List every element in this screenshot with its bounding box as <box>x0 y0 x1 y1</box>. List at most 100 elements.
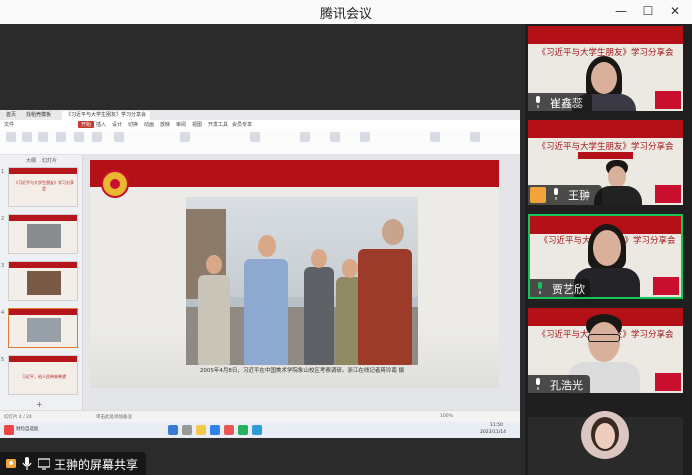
pane-tab-slides[interactable]: 幻灯片 <box>42 157 57 164</box>
slide-caption: 2005年4月8日，习近平在中国美术学院象山校区考察调研。浙江在线记者蒋玲南 摄 <box>199 368 405 374</box>
current-slide[interactable]: 2005年4月8日，习近平在中国美术学院象山校区考察调研。浙江在线记者蒋玲南 摄 <box>90 160 499 388</box>
participant-tile[interactable]: 《习近平与大学生朋友》学习分享会 孔浩光 <box>528 308 683 393</box>
slide-thumbnail[interactable] <box>8 214 78 254</box>
participant-face <box>593 230 621 266</box>
photo-person-head <box>206 255 222 274</box>
wps-icon[interactable] <box>224 425 234 435</box>
stock-widget-label: 财险自选股 <box>16 427 39 432</box>
slide-thumbnail-title: 习近平，给人民带来希望 <box>22 374 66 379</box>
paragraph-icon[interactable] <box>180 132 190 142</box>
photo-person-head <box>342 259 358 278</box>
copy-icon[interactable] <box>38 132 48 142</box>
format-painter-icon[interactable] <box>56 132 66 142</box>
slide-number: 2 <box>1 216 5 222</box>
tencent-meeting-icon[interactable] <box>252 425 262 435</box>
paste-icon[interactable] <box>6 132 16 142</box>
participant-tile-avatar[interactable] <box>528 411 683 475</box>
menu-member[interactable]: 会员专享 <box>232 121 252 128</box>
photo-person-head <box>382 219 404 245</box>
clock-date: 2023/11/14 <box>480 430 506 435</box>
flag-icon <box>655 185 681 203</box>
share-icon <box>6 459 16 468</box>
participant-strip: 《习近平与大学生朋友》学习分享会 崔鑫蕊 《习近平与大学生朋友》学习分享会 王翀 <box>525 24 692 475</box>
tab-templates[interactable]: 找稻壳模板 <box>22 111 55 120</box>
participant-tile[interactable]: 《习近平与大学生朋友》学习分享会 崔鑫蕊 <box>528 26 683 111</box>
folder-icon[interactable] <box>196 425 206 435</box>
menu-start[interactable]: 开始 <box>78 121 95 128</box>
wps-status-bar: 幻灯片 4 / 24 单击此处添加备注 100% <box>0 410 520 422</box>
close-button[interactable]: ✕ <box>664 2 686 20</box>
zoom-level[interactable]: 100% <box>440 414 453 419</box>
menu-transition[interactable]: 切换 <box>128 121 138 128</box>
meeting-window: 腾讯会议 — ☐ ✕ 首页 找稻壳模板 《习近平与大学生朋友》学习分享会 文件 … <box>0 0 692 475</box>
participant-nametag: 崔鑫蕊 <box>528 93 592 111</box>
slide-banner <box>9 262 77 268</box>
layout-icon[interactable] <box>92 132 102 142</box>
shape-icon[interactable] <box>250 132 260 142</box>
shared-screen[interactable]: 首页 找稻壳模板 《习近平与大学生朋友》学习分享会 文件 开始 插入 设计 切换… <box>0 110 520 438</box>
participant-face <box>588 322 620 362</box>
add-slide-icon[interactable]: + <box>36 400 43 409</box>
menu-review[interactable]: 审阅 <box>176 121 186 128</box>
avatar-face <box>595 423 615 449</box>
participant-nametag: 王翀 <box>528 185 602 205</box>
tile-slide-title: 《习近平与大学生朋友》学习分享会 <box>537 142 674 152</box>
stock-widget-icon[interactable] <box>4 425 14 435</box>
participant-tile[interactable]: 《习近平与大学生朋友》学习分享会 王翀 <box>528 120 683 205</box>
microphone-icon <box>536 96 540 108</box>
microphone-icon <box>22 457 32 470</box>
new-slide-icon[interactable] <box>74 132 84 142</box>
screen-share-label[interactable]: 王翀的屏幕共享 <box>0 452 146 475</box>
slide-number: 4 <box>1 310 5 316</box>
share-icon[interactable] <box>470 132 480 142</box>
slide-thumbnail-selected[interactable] <box>8 308 78 348</box>
slide-thumbnail[interactable]: 习近平，给人民带来希望 <box>8 355 78 395</box>
arrange-icon[interactable] <box>330 132 340 142</box>
slide-thumbnail[interactable]: 《习近平与大学生朋友》学习分享会 <box>8 167 78 207</box>
search-icon[interactable] <box>182 425 192 435</box>
pane-tab-outline[interactable]: 大纲 <box>26 157 36 164</box>
wechat-icon[interactable] <box>238 425 248 435</box>
font-icon[interactable] <box>114 132 124 142</box>
slide-thumbnail[interactable] <box>8 261 78 301</box>
slide-banner <box>9 356 77 362</box>
slide-thumbnail-pane: 大纲 幻灯片 1 《习近平与大学生朋友》学习分享会 2 3 4 5 习近平，给人… <box>0 155 83 410</box>
microphone-icon <box>538 282 542 294</box>
participant-name: 王翀 <box>568 189 590 202</box>
find-icon[interactable] <box>360 132 370 142</box>
slide-counter: 幻灯片 4 / 24 <box>4 415 32 420</box>
tab-home[interactable]: 首页 <box>2 111 20 120</box>
tile-banner <box>528 26 683 44</box>
maximize-button[interactable]: ☐ <box>637 2 659 20</box>
slide-banner <box>9 309 77 315</box>
menu-insert[interactable]: 插入 <box>96 121 106 128</box>
slide-banner <box>9 215 77 221</box>
menu-animation[interactable]: 动画 <box>144 121 154 128</box>
menu-view[interactable]: 视图 <box>192 121 202 128</box>
menu-design[interactable]: 设计 <box>112 121 122 128</box>
title-bar: 腾讯会议 — ☐ ✕ <box>0 0 692 24</box>
tab-document[interactable]: 《习近平与大学生朋友》学习分享会 <box>62 111 151 120</box>
start-icon[interactable] <box>168 425 178 435</box>
window-title: 腾讯会议 <box>319 7 372 22</box>
textbox-icon[interactable] <box>300 132 310 142</box>
participant-face <box>608 166 626 188</box>
menu-slideshow[interactable]: 放映 <box>160 121 170 128</box>
share-label-text: 王翀的屏幕共享 <box>54 458 139 472</box>
cut-icon[interactable] <box>22 132 32 142</box>
clock-time: 11:50 <box>490 423 503 428</box>
participant-tile-active-speaker[interactable]: 《习近平与大学生朋友》学习分享会 贾艺欣 <box>528 214 683 299</box>
avatar <box>581 411 629 459</box>
wps-tab-bar: 首页 找稻壳模板 《习近平与大学生朋友》学习分享会 <box>0 110 520 120</box>
photo-person-head <box>258 235 276 257</box>
menu-developer[interactable]: 开发工具 <box>208 121 228 128</box>
minimize-button[interactable]: — <box>610 2 632 20</box>
beautify-icon[interactable] <box>430 132 440 142</box>
participant-name: 崔鑫蕊 <box>550 97 583 110</box>
league-emblem-icon <box>101 170 129 198</box>
edge-icon[interactable] <box>210 425 220 435</box>
slide-banner <box>9 168 77 174</box>
notes-placeholder[interactable]: 单击此处添加备注 <box>96 414 132 420</box>
menu-file[interactable]: 文件 <box>4 121 14 128</box>
wps-menu-bar: 文件 开始 插入 设计 切换 动画 放映 审阅 视图 开发工具 会员专享 <box>0 120 520 129</box>
